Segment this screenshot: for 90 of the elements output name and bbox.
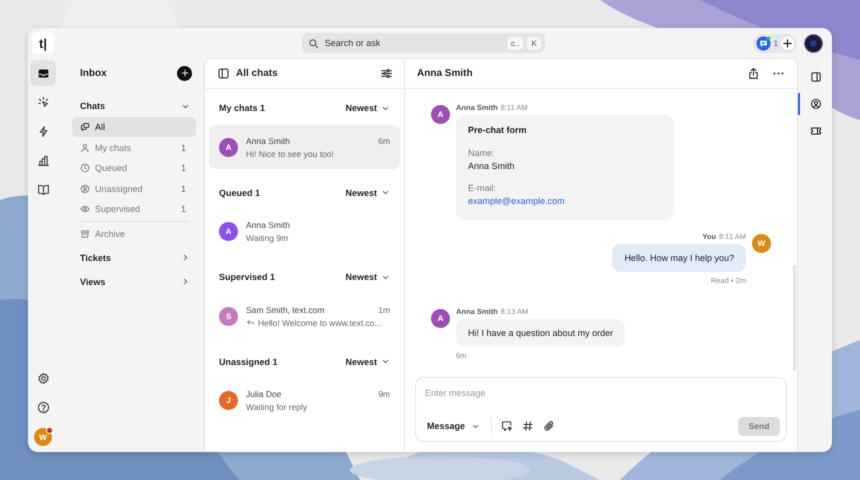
nav-button[interactable] <box>30 60 56 86</box>
help-icon[interactable] <box>36 400 50 414</box>
section-header[interactable]: Chats <box>72 97 196 115</box>
lightning-icon <box>36 124 50 138</box>
sender-avatar: A <box>431 105 450 124</box>
bar-chart-icon <box>36 154 50 166</box>
message-preview: Hi! Nice to see you too! <box>246 148 334 158</box>
section-header[interactable]: Tickets <box>72 248 196 267</box>
keyboard-key: K <box>527 36 541 50</box>
field-value: Anna Smith <box>468 161 516 171</box>
group-title: Supervised 1 <box>219 272 276 282</box>
group-title: Queued 1 <box>219 188 260 198</box>
status-pill[interactable]: 1 <box>752 34 798 52</box>
chat-item[interactable]: J Julia Doe 9m Waiting for reply <box>209 378 400 422</box>
contact-avatar: J <box>219 391 238 410</box>
message-bubble: Hello. How may I help you? <box>612 244 746 272</box>
message-preview: Hello! Welcome to www.text.co... <box>258 318 382 328</box>
contact-name: Julia Doe <box>246 389 282 399</box>
chat-count: 1 <box>774 38 778 48</box>
chevron-down-icon <box>381 188 390 197</box>
sort-dropdown[interactable]: Newest <box>345 272 390 282</box>
sidebar-item[interactable]: My chats 1 <box>72 138 196 158</box>
field-label: Name: <box>468 148 496 158</box>
message-preview: Waiting for reply <box>246 402 308 412</box>
sidebar-item[interactable]: Queued 1 <box>72 158 196 178</box>
settings-icon[interactable] <box>36 372 50 384</box>
search-field[interactable]: Search or ask <box>322 37 503 49</box>
contact-avatar: A <box>219 222 238 241</box>
chevron-down-icon <box>381 357 390 366</box>
message-preview: Waiting 9m <box>246 233 288 243</box>
message-bubble: Hi! I have a question about my order <box>456 319 626 347</box>
clock-icon <box>80 163 90 174</box>
sidebar-toggle-icon[interactable] <box>217 67 230 80</box>
sidebar-title: Inbox <box>80 68 107 78</box>
sidebar-item[interactable]: Unassigned 1 <box>72 178 196 199</box>
field-label: E-mail: <box>468 183 498 193</box>
section-header[interactable]: Views <box>72 272 196 291</box>
filter-icon[interactable] <box>380 67 393 80</box>
mode-dropdown[interactable]: Message <box>425 421 482 431</box>
logo[interactable]: t| <box>32 32 54 54</box>
sender-avatar: W <box>752 234 771 253</box>
chat-time: 6m <box>378 136 390 146</box>
sender-avatar: A <box>431 309 450 328</box>
ticket-icon <box>810 125 822 137</box>
paperclip-icon[interactable] <box>543 420 556 432</box>
chat-item[interactable]: A Anna Smith Waiting 9m <box>209 210 400 254</box>
keyboard-key: c.. <box>506 36 524 50</box>
search-icon <box>308 38 319 48</box>
account-avatar[interactable] <box>804 34 824 52</box>
user-circle-icon <box>80 184 90 194</box>
chevron-right-icon <box>181 277 190 286</box>
chat-time: 1m <box>378 304 390 314</box>
plus-icon <box>781 36 794 50</box>
hashtag-icon[interactable] <box>522 420 534 432</box>
inbox-icon <box>36 66 50 80</box>
sidebar-item[interactable]: Supervised 1 <box>72 199 196 220</box>
chat-item[interactable]: A Anna Smith 6m Hi! Nice to see you too! <box>209 125 400 169</box>
plus-icon <box>180 68 190 78</box>
email-link[interactable]: example@example.com <box>468 196 662 206</box>
contact-avatar: S <box>219 306 238 326</box>
sort-dropdown[interactable]: Newest <box>345 188 390 198</box>
chat-bubbles-icon <box>80 122 90 132</box>
sparkle-cursor-icon <box>36 96 50 108</box>
archive-icon <box>80 228 90 239</box>
group-title: Unassigned 1 <box>219 356 278 366</box>
search-bar[interactable]: Search or ask c.. K <box>302 33 545 53</box>
conversation-title: Anna Smith <box>417 68 473 79</box>
eye-icon <box>80 204 90 214</box>
sidebar-item[interactable]: Archive <box>72 224 196 244</box>
person-circle-icon <box>810 98 822 110</box>
add-button[interactable] <box>177 66 192 80</box>
note-icon[interactable] <box>501 420 514 432</box>
book-icon <box>36 182 50 196</box>
share-icon[interactable] <box>747 67 760 80</box>
contact-name: Anna Smith <box>246 136 290 146</box>
chat-item[interactable]: S Sam Smith, text.com 1m Hello! Welcome to www.text.co... <box>209 294 400 338</box>
chat-badge-icon <box>756 36 771 50</box>
sidebar-item[interactable]: All <box>72 117 196 137</box>
form-title: Pre-chat form <box>468 125 528 135</box>
chevron-right-icon <box>181 253 190 262</box>
contact-name: Sam Smith, text.com <box>246 304 324 314</box>
contact-name: Anna Smith <box>246 220 290 230</box>
sort-dropdown[interactable]: Newest <box>345 103 390 113</box>
chat-time: 9m <box>378 389 390 399</box>
side-panel-icon <box>810 71 822 83</box>
group-title: My chats 1 <box>219 103 266 113</box>
list-title: All chats <box>236 68 278 79</box>
person-icon <box>80 142 90 153</box>
sort-dropdown[interactable]: Newest <box>345 356 390 366</box>
contact-avatar: A <box>219 138 238 156</box>
